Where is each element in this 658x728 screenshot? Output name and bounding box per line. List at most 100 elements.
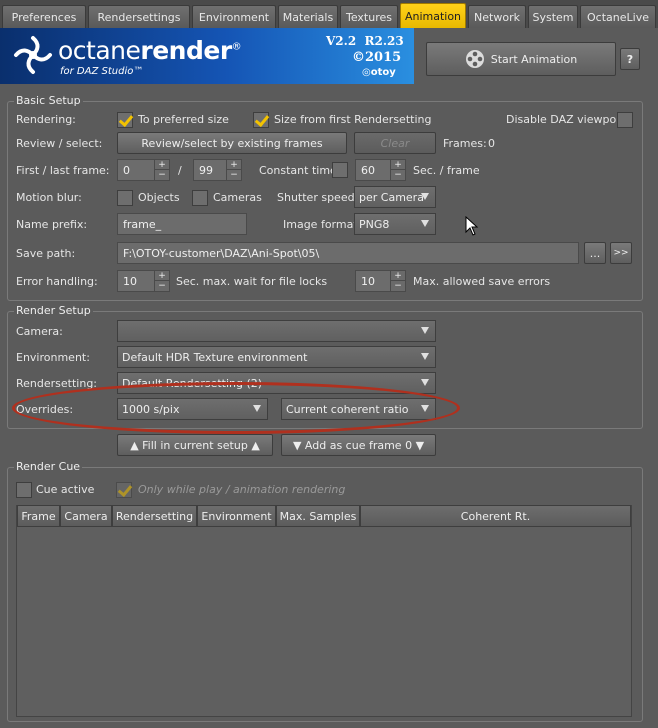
tab-environment[interactable]: Environment [192,5,276,28]
start-animation-label: Start Animation [490,52,578,66]
tab-network[interactable]: Network [468,5,526,28]
column-header-frame[interactable]: Frame [17,505,60,527]
octane-logo-icon [14,36,52,74]
max-errors-label: Max. allowed save errors [413,275,551,288]
tab-bar: Preferences Rendersettings Environment M… [0,0,658,28]
column-header-max-samples[interactable]: Max. Samples [276,505,360,527]
image-format-dropdown[interactable]: PNG8 [354,213,436,235]
disable-daz-viewport-checkbox[interactable] [617,112,633,128]
to-preferred-size-label: To preferred size [138,113,229,126]
browse-button[interactable]: ... [584,242,606,264]
dropdown-arrow-icon [421,405,429,412]
help-icon: ? [626,52,634,66]
max-samples-dropdown[interactable]: 1000 s/pix [117,398,268,420]
save-path-input[interactable]: F:\OTOY-customer\DAZ\Ani-Spot\05\ [117,242,579,264]
cue-active-checkbox[interactable] [16,482,32,498]
max-samples-value: 1000 s/pix [122,402,180,416]
otoy-logo: ◎otoy [362,67,396,78]
save-path-label: Save path: [16,247,76,260]
constant-time-checkbox[interactable] [332,162,348,178]
overrides-label: Overrides: [16,403,74,416]
last-frame-input[interactable]: 99 [193,159,227,181]
help-button[interactable]: ? [620,48,640,70]
size-from-first-checkbox[interactable] [253,112,269,128]
column-header-camera[interactable]: Camera [60,505,112,527]
objects-label: Objects [138,191,180,204]
image-format-value: PNG8 [359,217,390,231]
film-reel-icon [465,50,484,68]
review-select-button[interactable]: Review/select by existing frames [117,132,347,154]
cameras-checkbox[interactable] [192,190,208,206]
render-cue-title: Render Cue [14,460,83,473]
add-as-cue-frame-button[interactable]: ▼ Add as cue frame 0 ▼ [281,434,436,456]
tab-octanelive[interactable]: OctaneLive [580,5,656,28]
dropdown-arrow-icon [421,353,429,360]
column-header-rendersetting[interactable]: Rendersetting [112,505,197,527]
tab-preferences[interactable]: Preferences [2,5,86,28]
dropdown-arrow-icon [421,327,429,334]
first-frame-input[interactable]: 0 [117,159,155,181]
only-while-play-checkbox[interactable] [116,482,132,498]
constant-time-label: Constant time: [259,164,341,177]
shutter-speed-dropdown[interactable]: per Camera [354,186,436,208]
cue-active-label: Cue active [36,483,95,496]
coherent-ratio-dropdown[interactable]: Current coherent ratio [281,398,436,420]
last-frame-stepper[interactable]: + − [226,159,242,181]
frames-count: 0 [488,137,495,150]
start-animation-button[interactable]: Start Animation [426,42,616,76]
name-prefix-label: Name prefix: [16,218,88,231]
render-cue-table[interactable] [16,505,632,717]
name-prefix-input[interactable]: frame_ [117,213,247,235]
sec-per-frame-input[interactable]: 60 [355,159,391,181]
rendersetting-dropdown[interactable]: Default Rendersetting (2) [117,372,436,394]
max-errors-stepper[interactable]: + − [390,270,406,292]
image-format-label: Image format: [283,218,362,231]
camera-label: Camera: [16,325,63,338]
brand-name: octanerender® [58,36,242,65]
motion-blur-label: Motion blur: [16,191,82,204]
disable-daz-viewport-label: Disable DAZ viewport [506,113,626,126]
review-select-label: Review / select: [16,137,103,150]
version-label: V2.2 R2.23 [326,34,404,48]
coherent-ratio-value: Current coherent ratio [286,402,409,416]
open-folder-button[interactable]: >> [610,242,632,264]
basic-setup-title: Basic Setup [14,94,83,107]
camera-dropdown[interactable] [117,320,436,342]
clear-button[interactable]: Clear [354,132,436,154]
tab-rendersettings[interactable]: Rendersettings [88,5,190,28]
frame-separator: / [178,164,182,177]
tab-materials[interactable]: Materials [278,5,338,28]
fill-in-current-setup-button[interactable]: ▲ Fill in current setup ▲ [117,434,273,456]
rendersetting-value: Default Rendersetting (2) [122,376,263,390]
column-header-coherent-rt[interactable]: Coherent Rt. [360,505,631,527]
cameras-label: Cameras [213,191,262,204]
max-errors-input[interactable]: 10 [355,270,391,292]
objects-checkbox[interactable] [117,190,133,206]
mouse-cursor-icon [465,216,479,236]
tab-animation[interactable]: Animation [400,3,466,28]
render-setup-title: Render Setup [14,304,93,317]
first-frame-stepper[interactable]: + − [154,159,170,181]
frames-label: Frames: [443,137,487,150]
first-last-frame-label: First / last frame: [16,164,110,177]
dropdown-arrow-icon [253,405,261,412]
dropdown-arrow-icon [421,220,429,227]
size-from-first-label: Size from first Rendersetting [274,113,432,126]
tab-system[interactable]: System [528,5,578,28]
copyright-year: ©2015 [352,50,402,65]
shutter-speed-label: Shutter speed: [277,191,359,204]
tab-textures[interactable]: Textures [340,5,398,28]
only-while-play-label: Only while play / animation rendering [138,483,346,496]
wait-seconds-stepper[interactable]: + − [154,270,170,292]
wait-seconds-input[interactable]: 10 [117,270,155,292]
environment-dropdown[interactable]: Default HDR Texture environment [117,346,436,368]
rendersetting-label: Rendersetting: [16,377,98,390]
column-header-environment[interactable]: Environment [197,505,276,527]
dropdown-arrow-icon [421,193,429,200]
rendering-label: Rendering: [16,113,76,126]
brand-subtitle: for DAZ Studio™ [60,66,144,77]
shutter-speed-value: per Camera [359,190,424,204]
octane-banner: octanerender® for DAZ Studio™ V2.2 R2.23… [0,28,414,84]
to-preferred-size-checkbox[interactable] [117,112,133,128]
sec-per-frame-stepper[interactable]: + − [390,159,406,181]
